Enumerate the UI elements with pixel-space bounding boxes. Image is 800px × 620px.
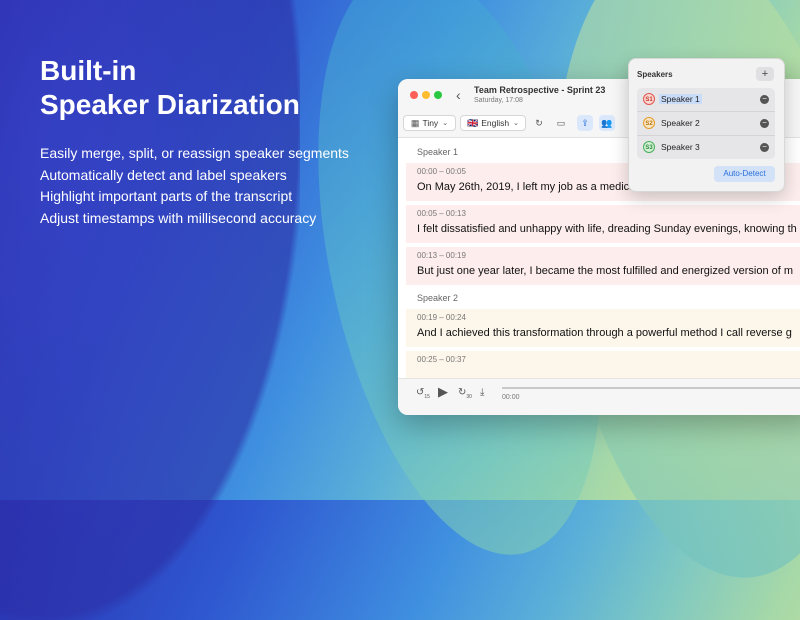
chevron-down-icon: ⌄: [442, 120, 449, 127]
segment-timestamp[interactable]: 00:25 – 00:37: [417, 355, 466, 364]
remove-speaker-icon[interactable]: −: [760, 119, 769, 128]
chevron-down-icon: ⌄: [513, 120, 519, 127]
skip-back-label: 15: [424, 394, 430, 400]
remove-speaker-icon[interactable]: −: [760, 143, 769, 152]
download-icon[interactable]: ⤓: [480, 387, 484, 398]
model-select-label: Tiny: [422, 118, 439, 128]
hero-title-line2: Speaker Diarization: [40, 89, 300, 120]
speakers-icon[interactable]: 👥: [599, 115, 615, 131]
popover-title: Speakers: [637, 70, 673, 79]
window-subtitle: Saturday, 17:08: [474, 97, 523, 104]
transcript-segment[interactable]: 00:05 – 00:13 I felt dissatisfied and un…: [406, 205, 800, 243]
folder-icon[interactable]: ▭: [553, 115, 569, 131]
hero-title-line1: Built-in: [40, 55, 137, 86]
speaker-badge: S1: [643, 93, 655, 105]
add-speaker-button[interactable]: +: [756, 67, 774, 81]
segment-text[interactable]: And I achieved this transformation throu…: [417, 327, 792, 339]
close-window-button[interactable]: [410, 91, 418, 99]
playback-scrubber[interactable]: [502, 387, 800, 389]
speakers-popover: Speakers + S1 Speaker 1 − S2 Speaker 2 −…: [628, 58, 785, 192]
transcript-segment[interactable]: 00:19 – 00:24 And I achieved this transf…: [406, 309, 800, 347]
speaker-name-field[interactable]: Speaker 2: [661, 118, 700, 128]
skip-back-icon[interactable]: ↺15: [416, 387, 430, 400]
zoom-window-button[interactable]: [434, 91, 442, 99]
current-time: 00:00: [502, 394, 520, 401]
minimize-window-button[interactable]: [422, 91, 430, 99]
play-icon[interactable]: ▶: [438, 384, 448, 400]
auto-detect-button[interactable]: Auto-Detect: [714, 166, 775, 182]
speaker-row[interactable]: S1 Speaker 1 −: [637, 88, 775, 112]
segment-timestamp[interactable]: 00:00 – 00:05: [417, 167, 466, 176]
remove-speaker-icon[interactable]: −: [760, 95, 769, 104]
refresh-icon[interactable]: ↻: [531, 115, 547, 131]
uk-flag-icon: 🇬🇧: [467, 117, 479, 128]
chip-icon: ▦: [410, 117, 420, 128]
speaker-row[interactable]: S3 Speaker 3 −: [637, 136, 775, 159]
audio-player: ↺15 ▶ ↻30 ⤓ 00:00: [398, 378, 800, 415]
folder-export-icon[interactable]: ⇪: [577, 115, 593, 131]
segment-timestamp[interactable]: 00:19 – 00:24: [417, 313, 466, 322]
feature-list: Easily merge, split, or reassign speaker…: [40, 143, 349, 229]
feature-item: Highlight important parts of the transcr…: [40, 188, 293, 204]
model-select[interactable]: ▦ Tiny ⌄: [403, 115, 456, 131]
segment-timestamp[interactable]: 00:05 – 00:13: [417, 209, 466, 218]
language-select-label: English: [481, 118, 510, 128]
segment-timestamp[interactable]: 00:13 – 00:19: [417, 251, 466, 260]
speaker-badge: S3: [643, 141, 655, 153]
speaker-badge: S2: [643, 117, 655, 129]
transcript-segment[interactable]: 00:13 – 00:19 But just one year later, I…: [406, 247, 800, 285]
back-chevron-icon[interactable]: ‹: [456, 87, 461, 103]
feature-item: Easily merge, split, or reassign speaker…: [40, 145, 349, 161]
hero-title: Built-in Speaker Diarization: [40, 54, 300, 122]
skip-forward-label: 30: [466, 394, 472, 400]
segment-text[interactable]: I felt dissatisfied and unhappy with lif…: [417, 223, 797, 235]
speaker-header: Speaker 2: [417, 293, 459, 303]
skip-forward-icon[interactable]: ↻30: [458, 387, 472, 400]
feature-item: Adjust timestamps with millisecond accur…: [40, 209, 317, 226]
window-title: Team Retrospective - Sprint 23: [474, 85, 606, 95]
speaker-list: S1 Speaker 1 − S2 Speaker 2 − S3 Speaker…: [637, 88, 775, 159]
speaker-name-field[interactable]: Speaker 3: [661, 142, 700, 152]
speaker-row[interactable]: S2 Speaker 2 −: [637, 112, 775, 136]
feature-item: Automatically detect and label speakers: [40, 166, 287, 183]
language-select[interactable]: 🇬🇧 English ⌄: [460, 115, 526, 131]
speaker-name-field[interactable]: Speaker 1: [659, 94, 702, 104]
segment-text[interactable]: But just one year later, I became the mo…: [417, 265, 793, 277]
